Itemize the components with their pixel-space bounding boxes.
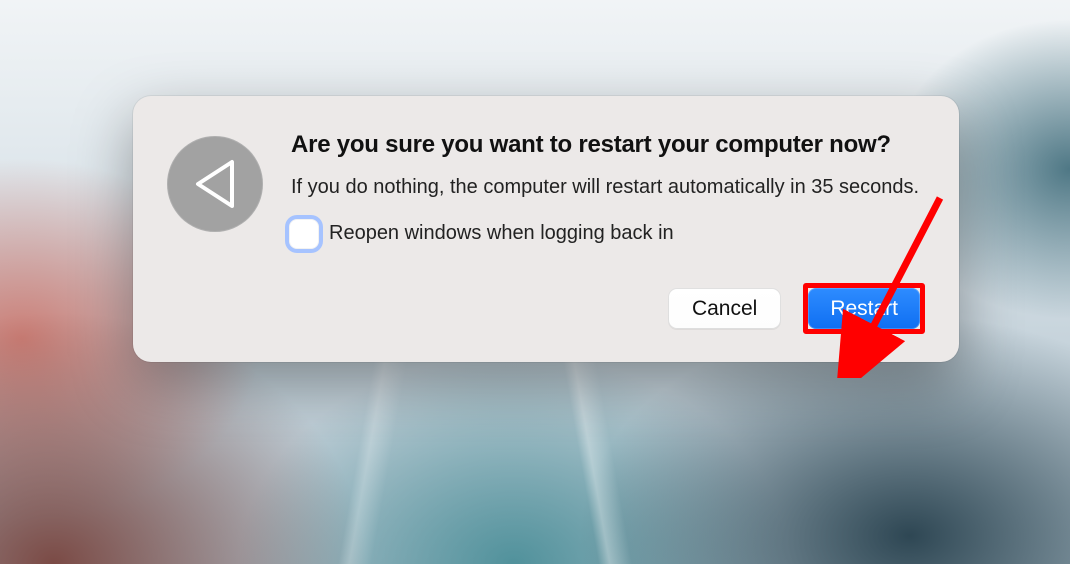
restart-button-highlight: Restart xyxy=(803,283,925,334)
dialog-icon-column xyxy=(167,130,263,334)
play-triangle-icon xyxy=(192,158,238,210)
dialog-title: Are you sure you want to restart your co… xyxy=(291,130,925,161)
dialog-message: If you do nothing, the computer will res… xyxy=(291,173,925,201)
reopen-windows-checkbox[interactable] xyxy=(289,219,319,249)
dialog-content: Are you sure you want to restart your co… xyxy=(291,130,925,334)
cancel-button[interactable]: Cancel xyxy=(668,288,781,329)
reopen-windows-label: Reopen windows when logging back in xyxy=(329,222,674,245)
restart-icon xyxy=(167,136,263,232)
reopen-windows-row[interactable]: Reopen windows when logging back in xyxy=(289,219,925,249)
dialog-button-row: Cancel Restart xyxy=(291,283,925,334)
restart-confirmation-dialog: Are you sure you want to restart your co… xyxy=(133,96,959,362)
restart-button[interactable]: Restart xyxy=(808,288,920,329)
